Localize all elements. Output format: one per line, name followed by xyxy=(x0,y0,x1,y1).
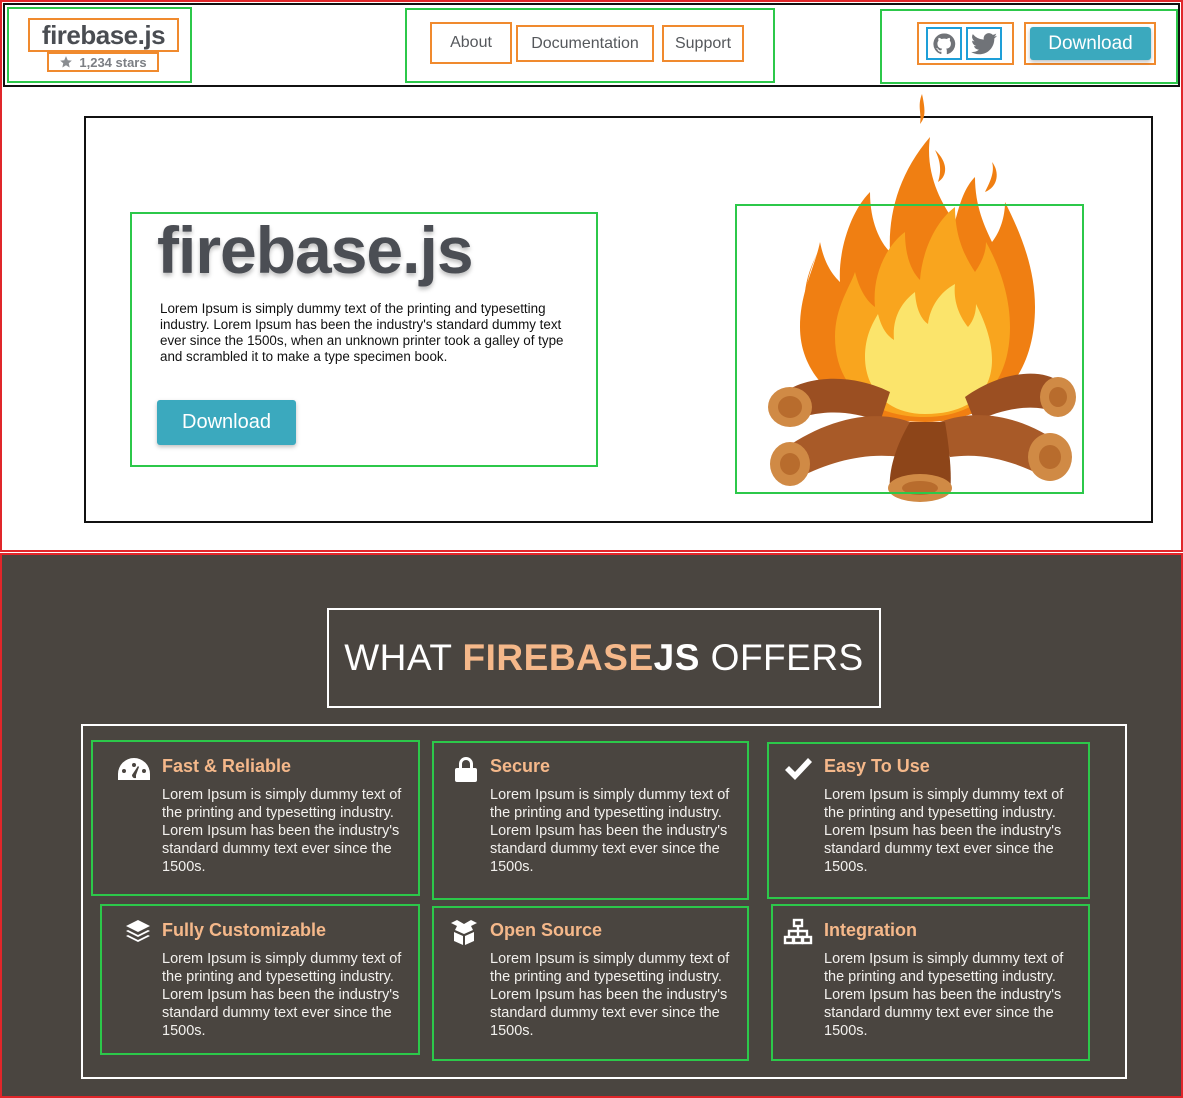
nav-about-link[interactable]: About xyxy=(430,22,512,64)
brand-title[interactable]: firebase.js xyxy=(28,18,179,52)
speedometer-icon xyxy=(117,754,151,784)
network-icon xyxy=(781,917,815,947)
feature-title: Secure xyxy=(490,756,551,776)
offers-heading-prefix: WHAT xyxy=(344,637,463,678)
offers-heading-strong: JS xyxy=(653,637,700,678)
hero-title: firebase.js xyxy=(157,213,474,287)
feature-title: Open Source xyxy=(490,920,603,940)
feature-description: Lorem Ipsum is simply dummy text of the … xyxy=(824,951,1064,1039)
nav-support-link[interactable]: Support xyxy=(662,25,744,62)
feature-description: Lorem Ipsum is simply dummy text of the … xyxy=(824,787,1064,875)
offers-heading: WHAT FIREBASEJS OFFERS xyxy=(344,637,863,679)
feature-title: Fully Customizable xyxy=(162,920,327,940)
layers-icon xyxy=(121,917,155,947)
github-link[interactable] xyxy=(926,27,962,60)
feature-description: Lorem Ipsum is simply dummy text of the … xyxy=(490,787,730,875)
feature-title: Fast & Reliable xyxy=(162,756,292,776)
hero-download-button[interactable]: Download xyxy=(157,400,296,445)
lock-icon xyxy=(449,754,483,784)
offers-heading-accent: FIREBASE xyxy=(462,637,654,678)
feature-description: Lorem Ipsum is simply dummy text of the … xyxy=(162,787,402,875)
offers-heading-suffix: OFFERS xyxy=(699,637,864,678)
feature-title: Easy To Use xyxy=(824,756,930,776)
stars-count: 1,234 stars xyxy=(79,54,147,70)
nav-documentation-link[interactable]: Documentation xyxy=(516,25,654,62)
open-box-icon xyxy=(447,917,481,947)
twitter-icon xyxy=(971,32,997,54)
github-icon xyxy=(933,32,956,54)
offers-heading-box: WHAT FIREBASEJS OFFERS xyxy=(327,608,881,708)
stars-badge[interactable]: 1,234 stars xyxy=(47,52,159,72)
hero-image-frame xyxy=(735,204,1084,494)
feature-description: Lorem Ipsum is simply dummy text of the … xyxy=(162,951,402,1039)
feature-description: Lorem Ipsum is simply dummy text of the … xyxy=(490,951,730,1039)
checkmark-icon xyxy=(781,754,815,784)
twitter-link[interactable] xyxy=(966,27,1002,60)
hero-description: Lorem Ipsum is simply dummy text of the … xyxy=(160,301,564,364)
feature-title: Integration xyxy=(824,920,917,940)
header-download-button[interactable]: Download xyxy=(1030,27,1151,60)
star-icon xyxy=(60,56,73,68)
